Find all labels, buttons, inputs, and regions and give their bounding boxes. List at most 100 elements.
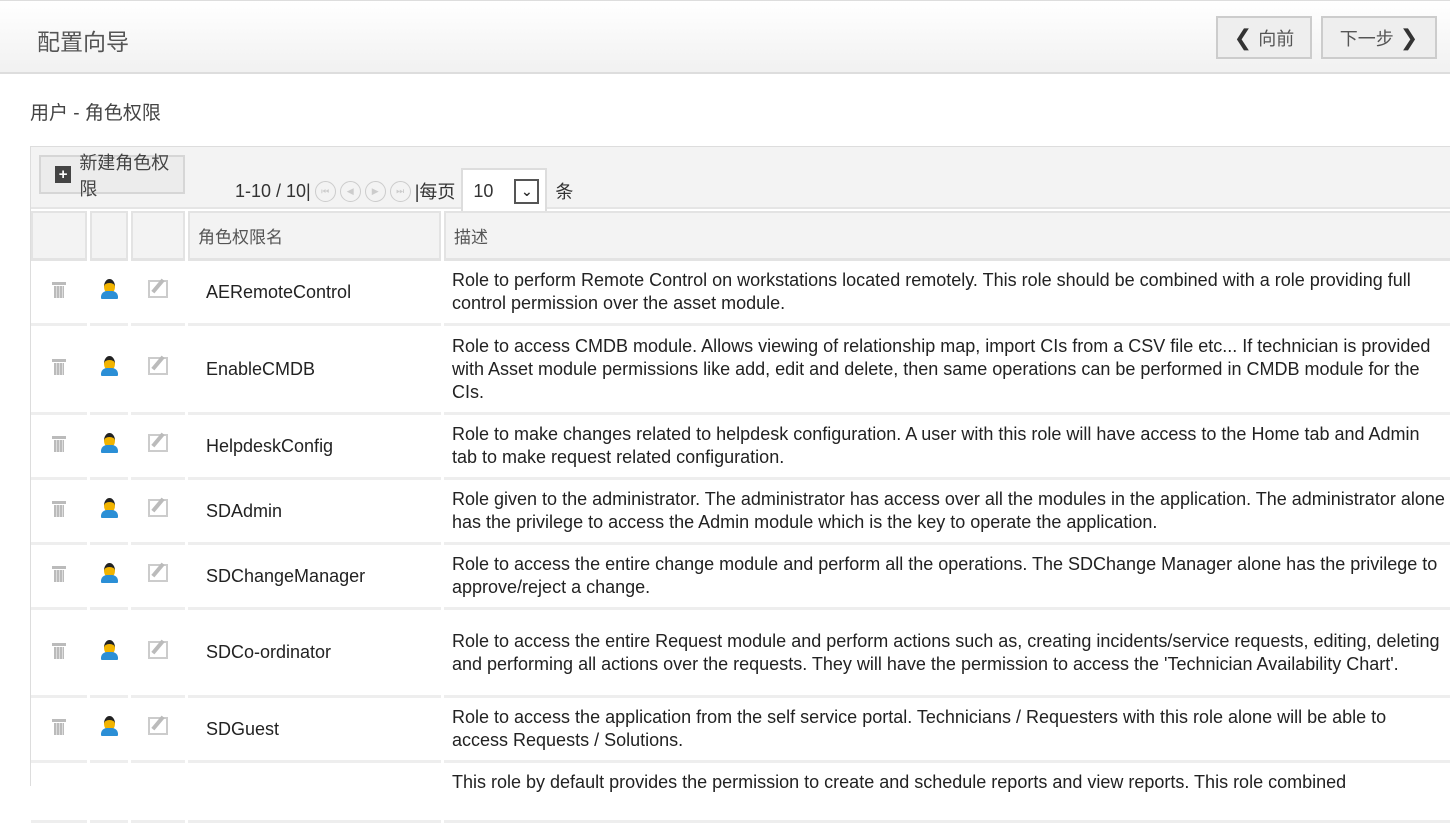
first-page-icon[interactable]: ⏮ [314,180,336,202]
delete-cell [31,326,87,415]
role-description: This role by default provides the permis… [444,763,1450,823]
plus-icon: + [55,166,72,183]
assign-cell [90,480,128,545]
edit-cell [131,415,185,480]
role-description: Role to perform Remote Control on workst… [444,261,1450,326]
role-description: Role to access the entire change module … [444,545,1450,610]
role-description: Role to access the application from the … [444,698,1450,763]
assign-cell [90,261,128,326]
assign-cell [90,610,128,698]
chevron-left-icon: ❮ [1233,24,1253,50]
edit-icon[interactable] [148,357,168,375]
per-page-select[interactable]: 10 ⌄ [461,168,548,214]
page-title: 配置向导 [37,29,129,55]
table-row: HelpdeskConfig Role to make changes rela… [31,415,1450,480]
toolbar: + 新建角色权限 1-10 / 10| ⏮ ◀ ▶ ⏭ |每页 10 ⌄ 条 [31,146,1450,214]
per-page-suffix: 条 [555,182,574,202]
role-description: Role to make changes related to helpdesk… [444,415,1450,480]
edit-icon[interactable] [148,280,168,298]
delete-cell [31,415,87,480]
user-icon[interactable] [100,433,118,453]
trash-icon[interactable] [52,499,66,517]
per-page-label: |每页 [414,182,456,202]
edit-cell [131,763,185,823]
trash-icon[interactable] [52,564,66,582]
role-description: Role to access the entire Request module… [444,610,1450,698]
assign-cell [90,326,128,415]
page-range: 1-10 / 10| [235,180,311,201]
trash-icon[interactable] [52,280,66,298]
col-role-name[interactable]: 角色权限名 [188,211,441,261]
roles-table: 角色权限名 描述 AERemoteControl Role to perform… [28,211,1450,823]
new-role-label: 新建角色权限 [79,152,170,199]
role-description: Role given to the administrator. The adm… [444,480,1450,545]
edit-icon[interactable] [148,717,168,735]
role-description: Role to access CMDB module. Allows viewi… [444,326,1450,415]
roles-panel: + 新建角色权限 1-10 / 10| ⏮ ◀ ▶ ⏭ |每页 10 ⌄ 条 角色权… [30,146,1450,823]
assign-cell [90,763,128,823]
chevron-right-icon: ❯ [1399,24,1419,50]
role-name[interactable]: HelpdeskConfig [188,415,441,480]
delete-cell [31,763,87,823]
edit-cell [131,326,185,415]
role-name[interactable]: EnableCMDB [188,326,441,415]
table-row: SDGuest Role to access the application f… [31,698,1450,763]
assign-cell [90,415,128,480]
next-label: 下一步 [1339,28,1394,49]
trash-icon[interactable] [52,434,66,452]
role-name[interactable]: SDCo-ordinator [188,610,441,698]
table-row: AERemoteControl Role to perform Remote C… [31,261,1450,326]
role-name[interactable] [188,763,441,823]
col-delete [31,211,87,261]
table-row: This role by default provides the permis… [31,763,1450,823]
delete-cell [31,545,87,610]
delete-cell [31,698,87,763]
next-page-icon[interactable]: ▶ [364,180,386,202]
prev-page-icon[interactable]: ◀ [339,180,361,202]
col-assign [90,211,128,261]
trash-icon[interactable] [52,357,66,375]
edit-icon[interactable] [148,434,168,452]
table-row: SDChangeManager Role to access the entir… [31,545,1450,610]
delete-cell [31,480,87,545]
table-row: SDCo-ordinator Role to access the entire… [31,610,1450,698]
new-role-button[interactable]: + 新建角色权限 [39,153,185,199]
table-row: SDAdmin Role given to the administrator.… [31,480,1450,545]
breadcrumb: 用户 - 角色权限 [30,103,161,124]
edit-cell [131,610,185,698]
edit-icon[interactable] [148,499,168,517]
role-name[interactable]: SDChangeManager [188,545,441,610]
user-icon[interactable] [100,639,118,660]
role-name[interactable]: SDAdmin [188,480,441,545]
prev-label: 向前 [1258,28,1295,49]
next-button[interactable]: 下一步 ❯ [1321,16,1437,59]
prev-button[interactable]: ❮ 向前 [1216,16,1312,59]
role-name[interactable]: AERemoteControl [188,261,441,326]
chevron-down-icon: ⌄ [514,178,540,204]
table-row: EnableCMDB Role to access CMDB module. A… [31,326,1450,415]
header: 配置向导 ❮ 向前 下一步 ❯ [0,0,1450,74]
user-icon[interactable] [100,279,118,299]
user-icon[interactable] [100,563,118,583]
edit-cell [131,261,185,326]
edit-cell [131,698,185,763]
assign-cell [90,698,128,763]
per-page-value: 10 [473,180,494,201]
trash-icon[interactable] [52,717,66,735]
role-name[interactable]: SDGuest [188,698,441,763]
col-edit [131,211,185,261]
edit-icon[interactable] [148,564,168,582]
delete-cell [31,261,87,326]
trash-icon[interactable] [52,641,66,659]
user-icon[interactable] [100,716,118,736]
user-icon[interactable] [100,356,118,376]
pagination: 1-10 / 10| ⏮ ◀ ▶ ⏭ |每页 10 ⌄ 条 [235,168,573,214]
edit-cell [131,545,185,610]
user-icon[interactable] [100,498,118,518]
col-description[interactable]: 描述 [444,211,1450,261]
assign-cell [90,545,128,610]
edit-icon[interactable] [148,640,168,659]
last-page-icon[interactable]: ⏭ [389,180,411,202]
edit-cell [131,480,185,545]
delete-cell [31,610,87,698]
